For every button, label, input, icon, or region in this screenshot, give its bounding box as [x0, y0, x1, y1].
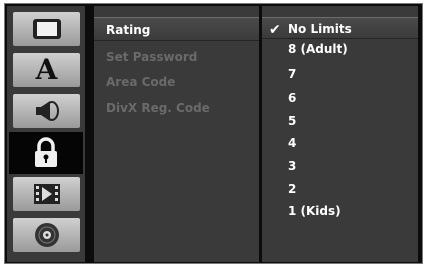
language-icon: A — [35, 53, 58, 86]
menu-item-divx-reg-code[interactable]: DivX Reg. Code — [94, 96, 259, 120]
audio-icon — [32, 98, 62, 124]
lock-icon — [31, 137, 61, 169]
rating-option-label: No Limits — [288, 22, 352, 36]
rating-option-8[interactable]: 8 (Adult) — [262, 38, 418, 60]
disc-icon — [32, 220, 62, 250]
rating-option-5[interactable]: 5 — [262, 110, 418, 132]
rating-option-1[interactable]: 1 (Kids) — [262, 200, 418, 222]
sidebar-item-lock[interactable] — [9, 132, 83, 174]
rating-option-no-limits[interactable]: ✔ No Limits — [262, 17, 418, 39]
sidebar-item-recording[interactable] — [13, 177, 80, 211]
rating-option-2[interactable]: 2 — [262, 178, 418, 200]
rating-option-4[interactable]: 4 — [262, 132, 418, 154]
sidebar-item-audio[interactable] — [13, 94, 80, 128]
category-sidebar: A — [7, 6, 85, 262]
parental-menu-panel: Rating Set Password Area Code DivX Reg. … — [94, 6, 259, 262]
rating-options-panel: ✔ No Limits 8 (Adult) 7 6 5 4 3 2 1 (Kid… — [262, 6, 418, 262]
display-icon — [32, 18, 62, 40]
sidebar-item-display[interactable] — [13, 12, 80, 46]
sidebar-item-disc[interactable] — [13, 218, 80, 252]
sidebar-item-language[interactable]: A — [13, 53, 80, 87]
rating-option-3[interactable]: 3 — [262, 155, 418, 177]
menu-item-set-password[interactable]: Set Password — [94, 45, 259, 69]
rating-option-7[interactable]: 7 — [262, 63, 418, 85]
video-recording-icon — [32, 181, 62, 207]
menu-item-area-code[interactable]: Area Code — [94, 70, 259, 94]
rating-option-6[interactable]: 6 — [262, 87, 418, 109]
menu-item-rating[interactable]: Rating — [94, 17, 259, 41]
